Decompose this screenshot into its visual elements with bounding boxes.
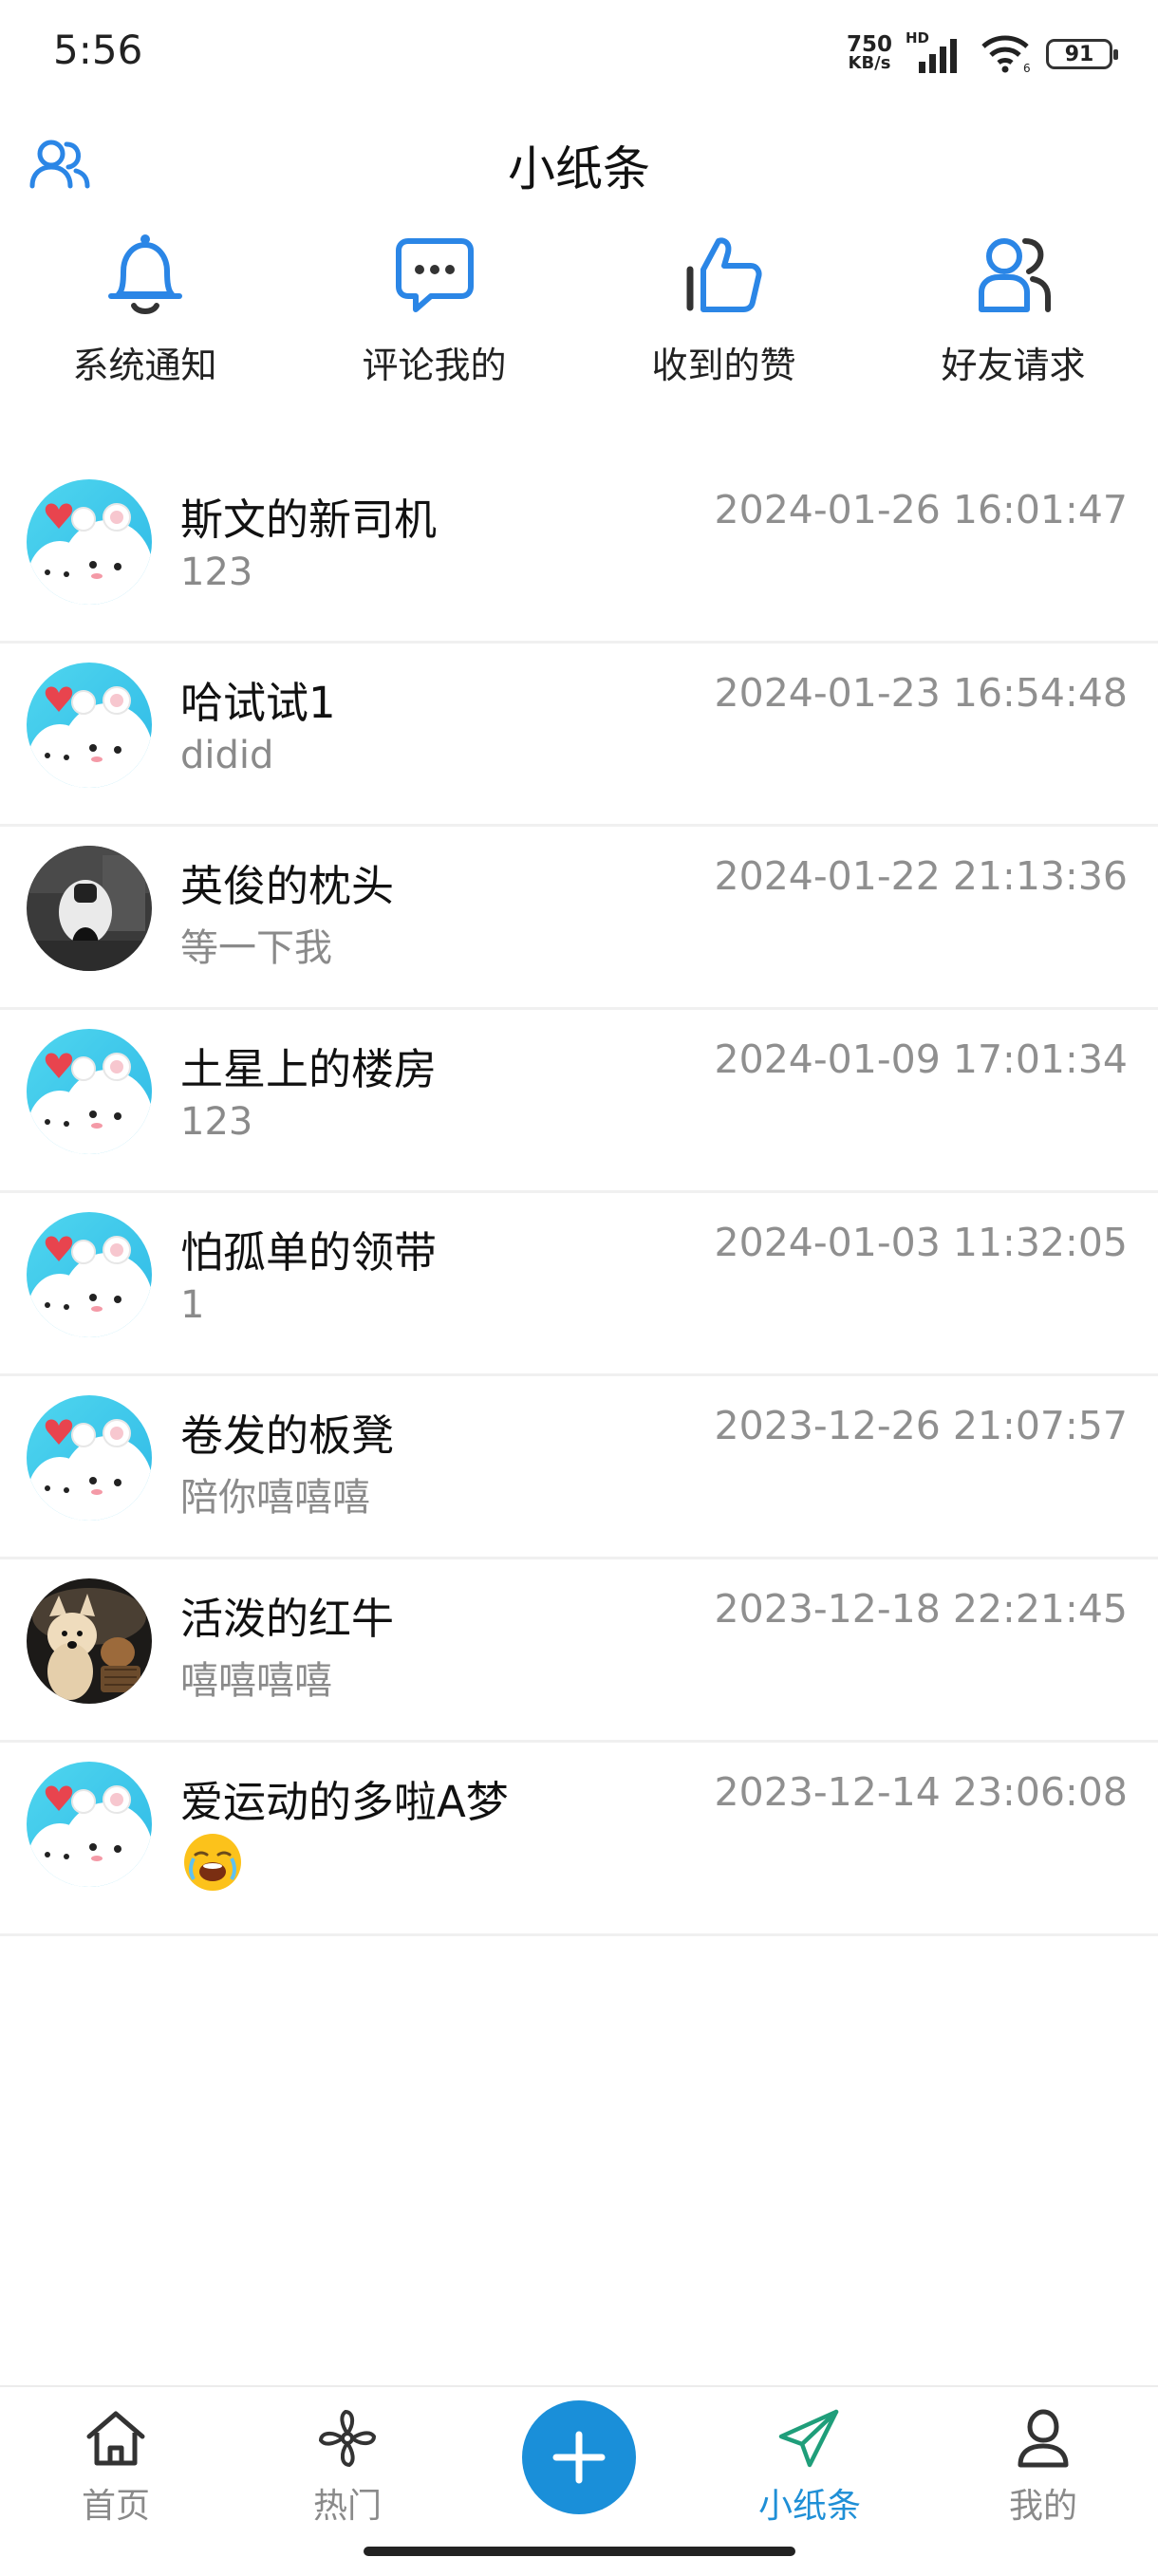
- message-preview: 123: [180, 1100, 253, 1144]
- message-time: 2024-01-09 17:01:34: [714, 1036, 1128, 1082]
- add-post-button[interactable]: [522, 2400, 636, 2514]
- avatar: [27, 1212, 152, 1337]
- quick-action-label: 收到的赞: [651, 345, 796, 386]
- message-list: 斯文的新司机 123 2024-01-26 16:01:47 哈试试1 didi…: [0, 460, 1158, 1936]
- network-speed-unit: KB/s: [848, 53, 891, 73]
- avatar: [27, 1395, 152, 1521]
- nav-item-hot[interactable]: 热门: [271, 2404, 423, 2528]
- status-indicators: 750 KB/s HD 6 91: [846, 29, 1118, 78]
- message-row[interactable]: 斯文的新司机 123 2024-01-26 16:01:47: [0, 460, 1158, 644]
- quick-action-label: 评论我的: [362, 345, 507, 386]
- message-row[interactable]: 怕孤单的领带 1 2024-01-03 11:32:05: [0, 1193, 1158, 1376]
- sender-name: 土星上的楼房: [180, 1044, 438, 1094]
- home-icon: [86, 2411, 145, 2466]
- nav-label: 我的: [1008, 2487, 1077, 2526]
- quick-action-friend-requests[interactable]: 好友请求: [868, 228, 1158, 408]
- signal-icon: HD: [906, 29, 966, 75]
- message-preview: didid: [180, 734, 274, 777]
- quick-actions: 系统通知 评论我的 收到的赞 好友请求: [0, 228, 1158, 408]
- sender-name: 斯文的新司机: [180, 495, 438, 545]
- sender-name: 卷发的板凳: [180, 1410, 395, 1461]
- crying-face-emoji-icon: [184, 1834, 241, 1891]
- nav-item-notes[interactable]: 小纸条: [734, 2404, 886, 2528]
- sender-name: 哈试试1: [180, 678, 336, 728]
- quick-action-label: 系统通知: [72, 345, 217, 386]
- message-time: 2024-01-22 21:13:36: [714, 853, 1128, 899]
- message-time: 2024-01-03 11:32:05: [714, 1220, 1128, 1265]
- message-time: 2024-01-23 16:54:48: [714, 670, 1128, 716]
- status-bar: 5:56 750 KB/s HD 6 91: [0, 0, 1158, 104]
- sender-name: 怕孤单的领带: [180, 1227, 438, 1278]
- comment-icon: [395, 238, 474, 312]
- nav-label: 小纸条: [757, 2487, 861, 2526]
- signal-hd-badge: HD: [906, 29, 930, 47]
- avatar: [27, 1762, 152, 1887]
- message-time: 2023-12-14 23:06:08: [714, 1769, 1128, 1815]
- bell-icon: [107, 234, 182, 314]
- battery-indicator: 91: [1046, 39, 1118, 69]
- avatar: [27, 1029, 152, 1154]
- nav-item-home[interactable]: 首页: [40, 2404, 192, 2528]
- home-indicator: [364, 2547, 795, 2556]
- message-preview: 123: [180, 551, 253, 594]
- message-row[interactable]: 爱运动的多啦A梦 2023-12-14 23:06:08: [0, 1743, 1158, 1936]
- svg-text:6: 6: [1023, 62, 1031, 73]
- quick-action-comments[interactable]: 评论我的: [290, 228, 579, 408]
- sender-name: 活泼的红牛: [180, 1594, 395, 1644]
- thumbs-up-icon: [686, 237, 761, 312]
- avatar: [27, 1578, 152, 1704]
- avatar: [27, 846, 152, 971]
- status-time: 5:56: [53, 27, 143, 73]
- app-header: 小纸条: [0, 114, 1158, 209]
- message-preview: 1: [180, 1283, 205, 1327]
- avatar: [27, 663, 152, 788]
- message-preview: 等一下我: [180, 926, 332, 970]
- quick-action-system-notice[interactable]: 系统通知: [0, 228, 290, 408]
- nav-label: 热门: [312, 2487, 382, 2526]
- quick-action-label: 好友请求: [941, 345, 1086, 386]
- friend-request-icon: [978, 238, 1051, 312]
- message-preview: 陪你嘻嘻嘻: [180, 1476, 370, 1520]
- quick-action-likes[interactable]: 收到的赞: [579, 228, 868, 408]
- nav-item-me[interactable]: 我的: [967, 2404, 1119, 2528]
- message-preview: 嘻嘻嘻嘻: [180, 1659, 332, 1703]
- network-speed: 750 KB/s: [846, 32, 892, 73]
- message-row[interactable]: 哈试试1 didid 2024-01-23 16:54:48: [0, 644, 1158, 827]
- plus-icon: [552, 2431, 606, 2484]
- page-title: 小纸条: [508, 141, 650, 196]
- user-icon: [1018, 2409, 1069, 2468]
- battery-level: 91: [1064, 42, 1094, 66]
- sender-name: 英俊的枕头: [180, 861, 395, 911]
- message-row[interactable]: 卷发的板凳 陪你嘻嘻嘻 2023-12-26 21:07:57: [0, 1376, 1158, 1559]
- message-row[interactable]: 活泼的红牛 嘻嘻嘻嘻 2023-12-18 22:21:45: [0, 1559, 1158, 1743]
- nav-label: 首页: [81, 2487, 150, 2526]
- wifi-icon: 6: [980, 31, 1033, 77]
- message-time: 2023-12-26 21:07:57: [714, 1403, 1128, 1448]
- network-speed-value: 750: [846, 32, 892, 57]
- message-row[interactable]: 土星上的楼房 123 2024-01-09 17:01:34: [0, 1010, 1158, 1193]
- message-time: 2023-12-18 22:21:45: [714, 1586, 1128, 1632]
- sender-name: 爱运动的多啦A梦: [180, 1777, 509, 1827]
- pinwheel-icon: [318, 2409, 377, 2468]
- message-time: 2024-01-26 16:01:47: [714, 487, 1128, 532]
- message-row[interactable]: 英俊的枕头 等一下我 2024-01-22 21:13:36: [0, 827, 1158, 1010]
- paper-plane-icon: [778, 2409, 839, 2468]
- avatar: [27, 479, 152, 605]
